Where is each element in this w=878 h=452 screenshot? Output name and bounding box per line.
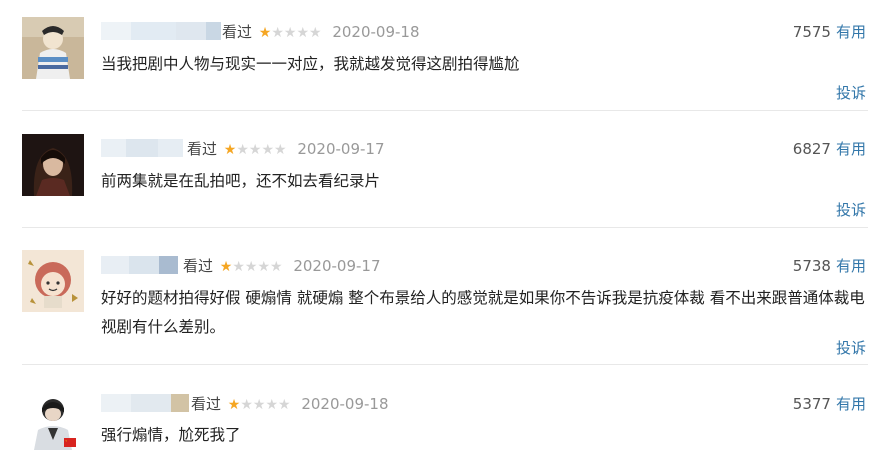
divider [22,110,868,111]
avatar[interactable] [22,250,84,312]
report-link[interactable]: 投诉 [836,82,866,103]
useful-button[interactable]: 有用 [836,23,866,41]
star-icon: ★ [219,259,233,275]
comment-meta: 看过 ★★★★★ 2020-09-17 [187,139,385,160]
avatar[interactable] [22,388,84,450]
username-blurred[interactable] [101,256,178,274]
report-link[interactable]: 投诉 [836,337,866,358]
comment-meta: 看过 ★★★★★ 2020-09-17 [183,256,381,277]
rating-stars: ★★★★★ [224,140,287,160]
vote-area: 5738 有用 [793,256,866,276]
divider [22,364,868,365]
comment-text: 好好的题材拍得好假 硬煽情 就硬煽 整个布景给人的感觉就是如果你不告诉我是抗疫体… [101,289,865,336]
useful-button[interactable]: 有用 [836,395,866,413]
comment-text: 当我把剧中人物与现实一一对应，我就越发觉得这剧拍得尴尬 [101,55,520,73]
vote-area: 5377 有用 [793,394,866,414]
status-label: 看过 [191,395,222,413]
star-icon: ★ [227,397,241,413]
comment-text: 强行煽情，尬死我了 [101,426,241,444]
star-icon: ★ [258,25,272,41]
star-icon: ★★★★ [271,25,322,41]
rating-stars: ★★★★★ [259,23,322,43]
rating-stars: ★★★★★ [228,395,291,415]
comment-date: 2020-09-17 [297,140,385,158]
avatar[interactable] [22,134,84,196]
username-blurred[interactable] [101,394,189,412]
useful-button[interactable]: 有用 [836,140,866,158]
rating-stars: ★★★★★ [220,257,283,277]
vote-count: 6827 [792,140,831,158]
star-icon: ★★★★ [232,259,283,275]
vote-count: 7575 [792,23,831,41]
vote-area: 7575 有用 [793,22,866,42]
avatar[interactable] [22,17,84,79]
status-label: 看过 [187,140,218,158]
username-blurred[interactable] [101,139,183,157]
comment-meta: 看过 ★★★★★ 2020-09-18 [191,394,389,415]
comment-text: 前两集就是在乱拍吧，还不如去看纪录片 [101,172,381,190]
status-label: 看过 [183,257,214,275]
username-blurred[interactable] [101,22,221,40]
comment-date: 2020-09-17 [293,257,381,275]
vote-count: 5377 [792,395,831,413]
divider [22,227,868,228]
report-link[interactable]: 投诉 [836,199,866,220]
comment-date: 2020-09-18 [301,395,389,413]
star-icon: ★ [223,142,237,158]
star-icon: ★★★★ [240,397,291,413]
vote-count: 5738 [792,257,831,275]
useful-button[interactable]: 有用 [836,257,866,275]
status-label: 看过 [222,23,253,41]
comment-meta: 看过 ★★★★★ 2020-09-18 [222,22,420,43]
star-icon: ★★★★ [236,142,287,158]
vote-area: 6827 有用 [793,139,866,159]
comment-date: 2020-09-18 [332,23,420,41]
